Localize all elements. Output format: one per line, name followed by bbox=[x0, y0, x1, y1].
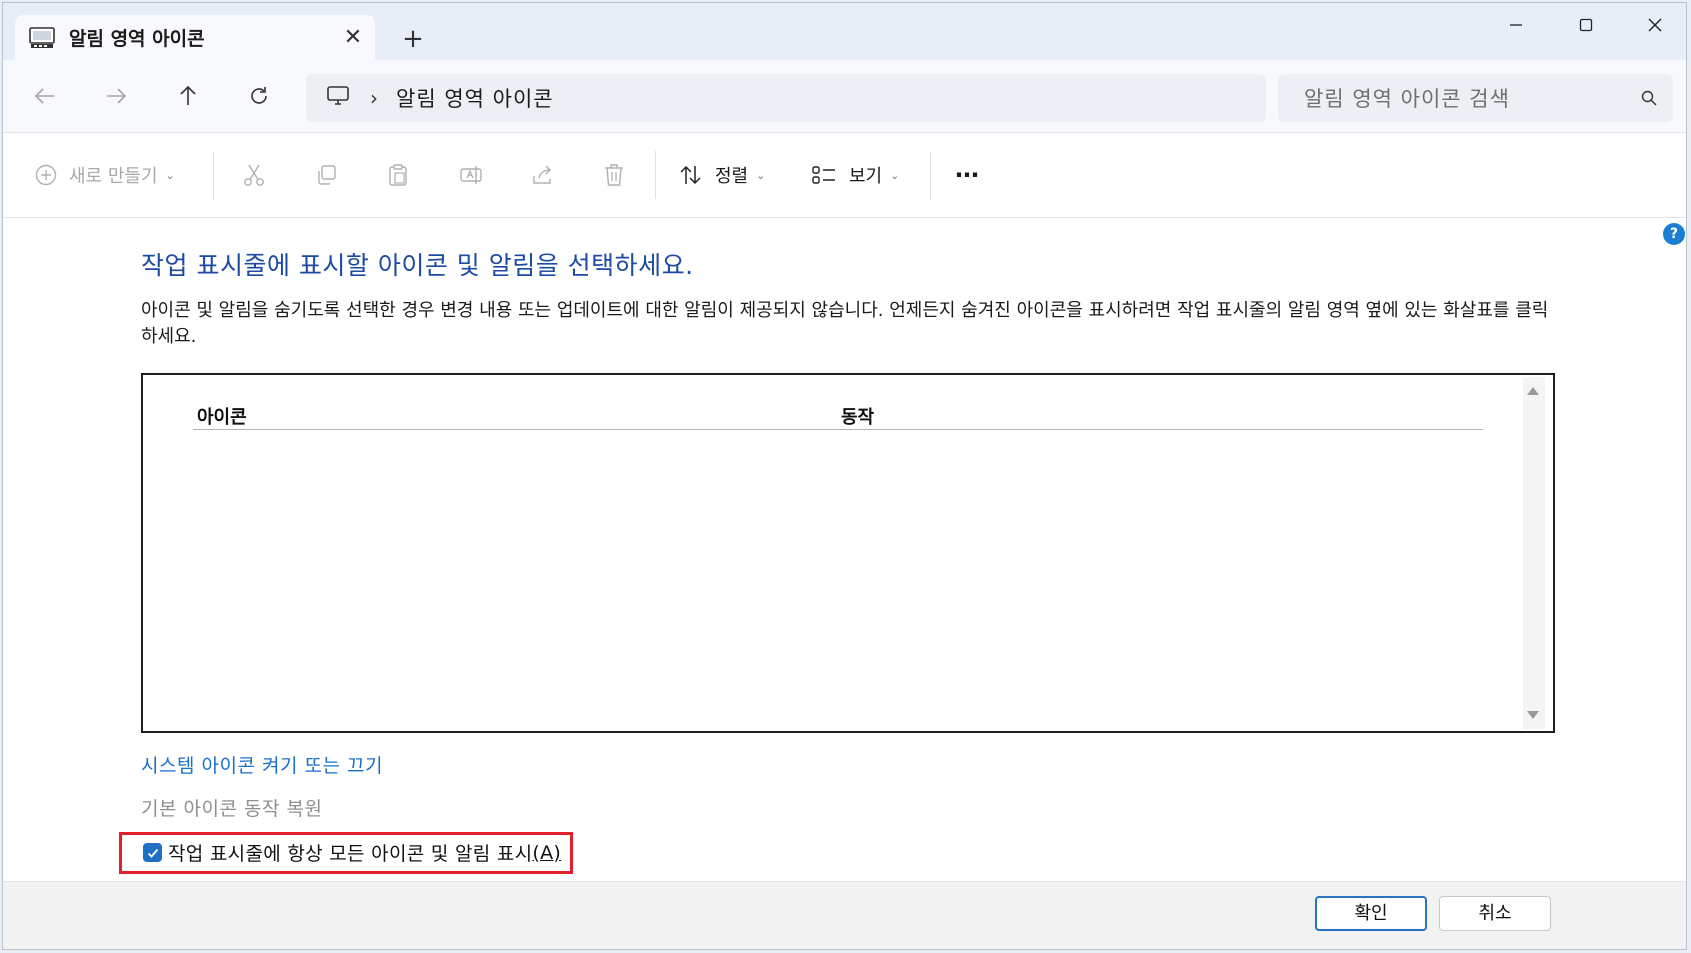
column-header-action[interactable]: 동작 bbox=[841, 403, 874, 429]
cut-button[interactable] bbox=[243, 155, 265, 195]
scroll-up-icon[interactable] bbox=[1527, 387, 1539, 395]
new-button-label: 새로 만들기 bbox=[69, 166, 158, 187]
forward-button[interactable] bbox=[94, 74, 138, 118]
copy-button[interactable] bbox=[315, 155, 337, 195]
sort-button[interactable]: 정렬 ⌄ bbox=[679, 155, 765, 195]
restore-default-link: 기본 아이콘 동작 복원 bbox=[141, 798, 323, 820]
search-icon[interactable] bbox=[1625, 90, 1673, 106]
share-button[interactable] bbox=[531, 155, 555, 195]
help-icon[interactable]: ? bbox=[1663, 223, 1685, 245]
search-box[interactable]: 알림 영역 아이콘 검색 bbox=[1278, 74, 1673, 122]
up-arrow-icon bbox=[180, 85, 196, 105]
column-header-divider bbox=[193, 429, 1483, 430]
dialog-footer: 확인 취소 bbox=[3, 881, 1686, 949]
maximize-button[interactable] bbox=[1551, 3, 1621, 47]
chevron-down-icon: ⌄ bbox=[165, 168, 175, 182]
chevron-down-icon: ⌄ bbox=[890, 168, 900, 182]
scroll-down-icon[interactable] bbox=[1527, 711, 1539, 719]
minimize-button[interactable] bbox=[1481, 3, 1551, 47]
clipboard-icon bbox=[389, 164, 407, 186]
explorer-window: 알림 영역 아이콘 ✕ + › 알림 영역 아이콘 알림 영역 아이콘 검색 새… bbox=[2, 2, 1687, 950]
search-placeholder: 알림 영역 아이콘 검색 bbox=[1304, 87, 1510, 111]
add-circle-icon bbox=[35, 164, 57, 186]
content-pane: ? 작업 표시줄에 표시할 아이콘 및 알림을 선택하세요. 아이콘 및 알림을… bbox=[3, 218, 1686, 882]
rename-icon bbox=[460, 166, 482, 184]
toolbar-divider bbox=[213, 151, 214, 199]
toolbar-divider bbox=[930, 151, 931, 199]
rename-button[interactable] bbox=[459, 155, 483, 195]
checkbox-label: 작업 표시줄에 항상 모든 아이콘 및 알림 표시 bbox=[168, 843, 533, 865]
close-window-button[interactable] bbox=[1620, 3, 1686, 47]
chevron-down-icon: ⌄ bbox=[756, 168, 766, 182]
ok-button[interactable]: 확인 bbox=[1315, 896, 1427, 931]
new-button[interactable]: 새로 만들기 ⌄ bbox=[35, 155, 175, 195]
page-title: 작업 표시줄에 표시할 아이콘 및 알림을 선택하세요. bbox=[141, 251, 694, 280]
new-tab-button[interactable]: + bbox=[395, 21, 431, 57]
back-button[interactable] bbox=[23, 74, 67, 118]
navigation-bar: › 알림 영역 아이콘 알림 영역 아이콘 검색 bbox=[3, 60, 1686, 133]
up-button[interactable] bbox=[166, 74, 210, 118]
refresh-icon bbox=[251, 87, 267, 104]
trash-icon bbox=[605, 164, 623, 186]
column-header-icon[interactable]: 아이콘 bbox=[197, 403, 247, 429]
notification-icons-list[interactable]: 아이콘 동작 bbox=[141, 373, 1555, 733]
toolbar-divider bbox=[655, 151, 656, 199]
system-icons-link[interactable]: 시스템 아이콘 켜기 또는 끄기 bbox=[141, 751, 383, 778]
tab-notification-icons[interactable]: 알림 영역 아이콘 ✕ bbox=[15, 15, 375, 60]
sort-button-label: 정렬 bbox=[715, 166, 749, 187]
view-button[interactable]: 보기 ⌄ bbox=[811, 155, 899, 195]
close-tab-icon[interactable]: ✕ bbox=[331, 25, 375, 50]
always-show-all-icons-checkbox[interactable]: 작업 표시줄에 항상 모든 아이콘 및 알림 표시 (A) bbox=[143, 839, 561, 866]
cancel-button[interactable]: 취소 bbox=[1439, 896, 1551, 931]
command-bar: 새로 만들기 ⌄ 정렬 ⌄ 보기 ⌄ ⋯ bbox=[3, 133, 1686, 218]
vertical-scrollbar[interactable] bbox=[1523, 377, 1545, 729]
breadcrumb-current[interactable]: 알림 영역 아이콘 bbox=[396, 83, 554, 113]
view-button-label: 보기 bbox=[849, 166, 883, 187]
tab-title: 알림 영역 아이콘 bbox=[69, 28, 205, 50]
address-bar[interactable]: › 알림 영역 아이콘 bbox=[306, 74, 1266, 122]
computer-icon bbox=[326, 85, 350, 111]
back-arrow-icon bbox=[34, 88, 54, 104]
paste-button[interactable] bbox=[387, 155, 409, 195]
copy-icon bbox=[318, 165, 336, 185]
view-list-icon bbox=[812, 166, 835, 184]
refresh-button[interactable] bbox=[237, 74, 281, 118]
forward-arrow-icon bbox=[107, 88, 127, 104]
scissors-icon bbox=[244, 164, 264, 186]
control-panel-icon bbox=[29, 26, 55, 49]
more-options-button[interactable]: ⋯ bbox=[955, 155, 980, 195]
sort-icon bbox=[680, 165, 701, 185]
delete-button[interactable] bbox=[603, 155, 625, 195]
title-bar: 알림 영역 아이콘 ✕ + bbox=[3, 3, 1686, 60]
page-description: 아이콘 및 알림을 숨기도록 선택한 경우 변경 내용 또는 업데이트에 대한 … bbox=[141, 300, 1549, 347]
checkbox-checked-icon[interactable] bbox=[143, 843, 162, 862]
breadcrumb-separator: › bbox=[370, 86, 378, 110]
checkbox-accelerator: (A) bbox=[532, 841, 562, 864]
share-icon bbox=[533, 165, 551, 184]
